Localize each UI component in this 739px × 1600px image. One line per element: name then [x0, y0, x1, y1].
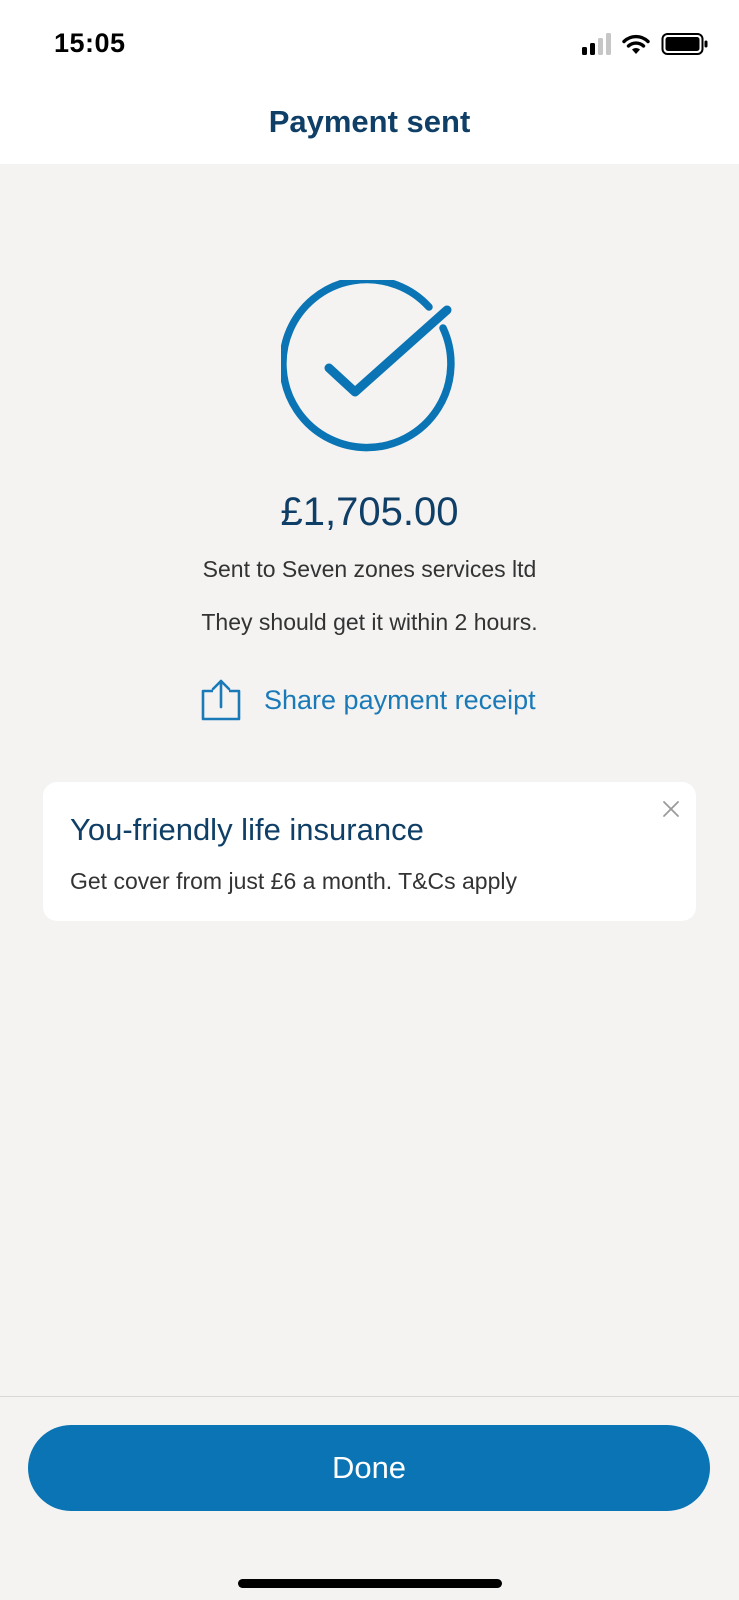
promo-body: Get cover from just £6 a month. T&Cs app…: [70, 868, 517, 894]
promo-card[interactable]: You-friendly life insurance Get cover fr…: [43, 782, 696, 921]
status-bar: 15:05: [0, 0, 739, 90]
header: Payment sent: [0, 90, 739, 164]
recipient-text: Sent to Seven zones services ltd: [202, 556, 537, 582]
done-button[interactable]: Done: [28, 1425, 710, 1511]
footer-divider: [0, 1396, 739, 1397]
delivery-eta-text: They should get it within 2 hours.: [201, 609, 538, 635]
payment-sent-screen: 15:05 Payment sent £1,705.00 Sent to Sev…: [0, 0, 739, 1600]
promo-title: You-friendly life insurance: [70, 812, 424, 847]
status-icons: [582, 30, 709, 58]
battery-icon: [661, 33, 708, 55]
home-indicator: [238, 1579, 502, 1588]
page-title: Payment sent: [268, 104, 471, 139]
signal-icon: [582, 33, 611, 55]
close-icon[interactable]: [656, 794, 686, 824]
payment-amount: £1,705.00: [280, 490, 459, 534]
share-receipt-label[interactable]: Share payment receipt: [264, 685, 536, 716]
wifi-icon: [622, 34, 650, 54]
share-receipt-link[interactable]: Share payment receipt: [200, 676, 536, 724]
status-time: 15:05: [54, 28, 126, 58]
check-circle-icon: [281, 280, 455, 452]
share-icon: [201, 679, 241, 721]
